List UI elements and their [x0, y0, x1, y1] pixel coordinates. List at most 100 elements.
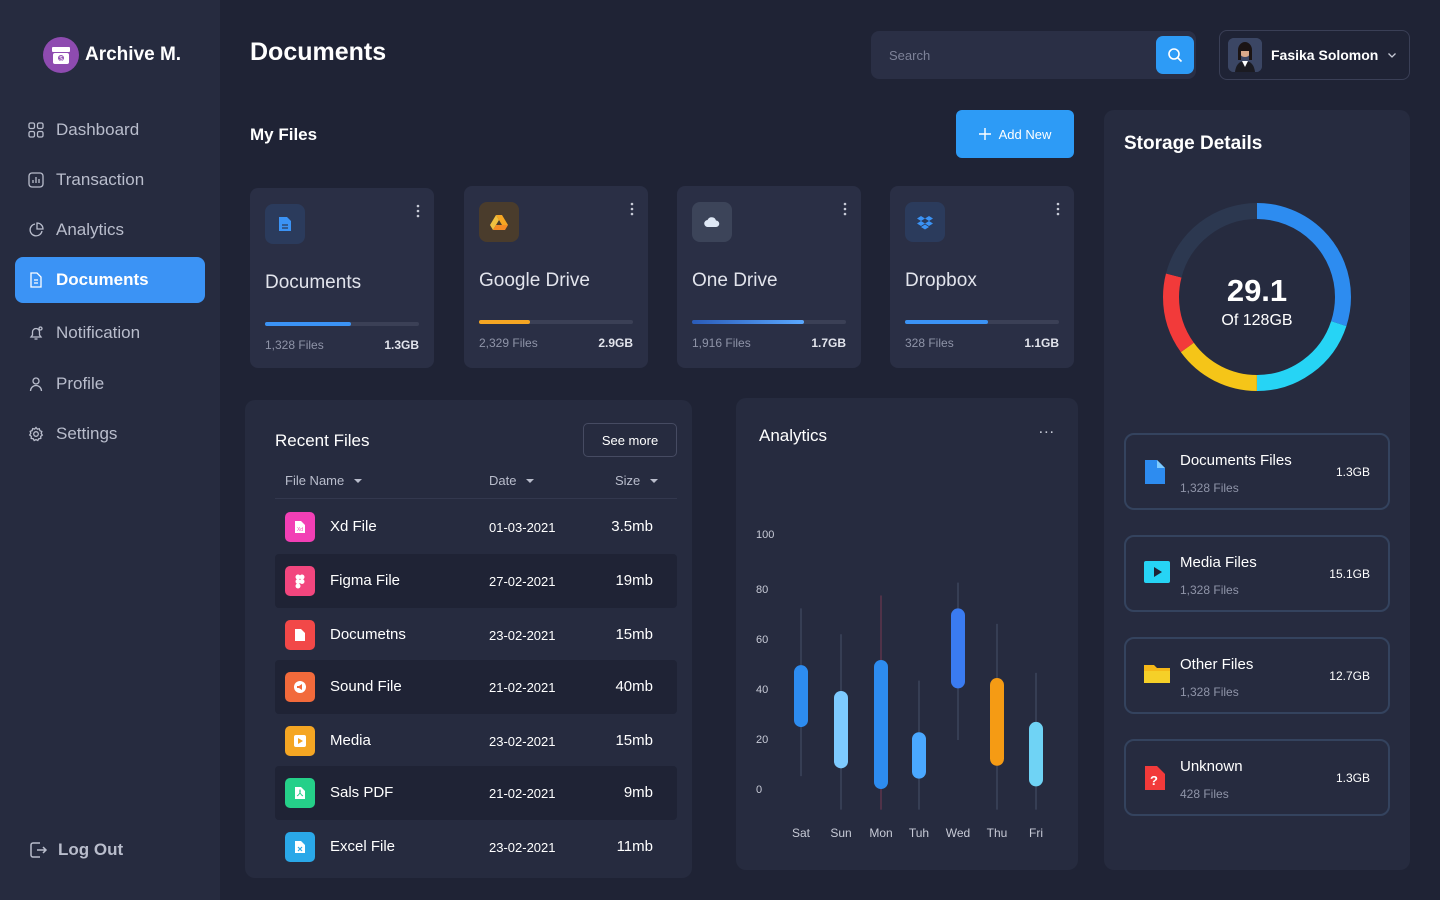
table-row[interactable]: Xd Xd File 01-03-2021 3.5mb	[275, 500, 677, 554]
file-card-dropbox[interactable]: Dropbox 328 Files 1.1GB	[890, 186, 1074, 368]
y-tick-label: 40	[756, 684, 768, 696]
column-header-size[interactable]: Size	[615, 473, 659, 488]
recent-files-title: Recent Files	[275, 431, 370, 450]
search-input[interactable]	[889, 45, 1139, 65]
xd-file-icon: Xd	[285, 512, 315, 542]
document-icon	[1145, 460, 1165, 484]
card-file-count: 1,916 Files	[692, 336, 751, 350]
sidebar-item-transaction[interactable]: Transaction	[15, 157, 205, 203]
candle-body[interactable]	[834, 690, 848, 769]
storage-panel: Storage Details 29.1 Of 128GB Documents …	[1104, 110, 1410, 870]
pdf-icon	[285, 778, 315, 808]
see-more-button[interactable]: See more	[583, 423, 677, 457]
app-logo[interactable]: $ Archive M.	[43, 37, 181, 73]
card-menu-icon[interactable]	[1056, 202, 1060, 216]
file-size: 15mb	[615, 732, 653, 749]
svg-text:?: ?	[1150, 773, 1158, 788]
sidebar-item-label: Profile	[56, 374, 105, 393]
file-date: 21-02-2021	[489, 786, 556, 801]
user-name: Fasika Solomon	[1271, 47, 1379, 63]
storage-item-files: 1,328 Files	[1180, 583, 1239, 597]
sidebar-item-profile[interactable]: Profile	[15, 361, 205, 407]
table-row[interactable]: Sound File 21-02-2021 40mb	[275, 660, 677, 714]
sound-icon	[285, 672, 315, 702]
y-tick-label: 80	[756, 584, 768, 596]
card-file-count: 2,329 Files	[479, 336, 538, 350]
search-button[interactable]	[1156, 36, 1194, 74]
storage-used: 29.1	[1226, 273, 1288, 308]
card-name: Dropbox	[905, 270, 977, 291]
document-icon	[30, 272, 42, 288]
column-label: Date	[489, 473, 517, 488]
page-title: Documents	[250, 38, 387, 66]
file-date: 23-02-2021	[489, 840, 556, 855]
storage-item-other[interactable]: Other Files 1,328 Files 12.7GB	[1124, 637, 1390, 714]
app-name: Archive M.	[85, 44, 182, 65]
caret-down-icon	[650, 478, 659, 483]
file-size: 40mb	[615, 678, 653, 695]
candle-body[interactable]	[912, 732, 926, 779]
storage-item-files: 428 Files	[1180, 787, 1229, 801]
user-menu[interactable]: Fasika Solomon	[1219, 30, 1410, 80]
table-divider	[275, 498, 677, 499]
candle-body[interactable]	[794, 665, 808, 728]
candle-body[interactable]	[874, 660, 888, 789]
logout-button[interactable]: Log Out	[28, 840, 123, 860]
logout-icon	[30, 842, 48, 858]
x-tick-label: Sat	[792, 826, 811, 840]
y-tick-label: 60	[756, 634, 768, 646]
card-name: Google Drive	[479, 270, 590, 291]
caret-down-icon	[354, 478, 363, 483]
table-row[interactable]: Figma File 27-02-2021 19mb	[275, 554, 677, 608]
analytics-icon	[29, 222, 44, 237]
table-row[interactable]: Documetns 23-02-2021 15mb	[275, 608, 677, 662]
add-new-button[interactable]: Add New	[956, 110, 1074, 158]
y-tick-label: 0	[756, 784, 762, 796]
sidebar-item-documents[interactable]: Documents	[15, 257, 205, 303]
table-row[interactable]: Sals PDF 21-02-2021 9mb	[275, 766, 677, 820]
file-name: Xd File	[330, 518, 377, 535]
card-menu-icon[interactable]	[416, 204, 420, 218]
column-header-date[interactable]: Date	[489, 473, 535, 488]
sidebar-item-settings[interactable]: Settings	[15, 411, 205, 457]
analytics-chart: 100 80 60 40 20 0 Sat Sun Mon Tuh Wed Thu Fri	[756, 529, 1043, 840]
table-row[interactable]: Excel File 23-02-2021 11mb	[275, 820, 677, 874]
storage-progress	[265, 322, 419, 326]
my-files-title: My Files	[250, 125, 318, 144]
sidebar-item-notification[interactable]: Notification	[15, 310, 205, 356]
file-date: 23-02-2021	[489, 628, 556, 643]
storage-item-files: 1,328 Files	[1180, 481, 1239, 495]
cloud-icon	[692, 202, 732, 242]
sidebar-item-label: Transaction	[56, 170, 145, 189]
file-card-documents[interactable]: Documents 1,328 Files 1.3GB	[250, 188, 434, 368]
card-size: 1.7GB	[811, 336, 846, 350]
search-icon	[1168, 48, 1183, 63]
file-card-one-drive[interactable]: One Drive 1,916 Files 1.7GB	[677, 186, 861, 368]
table-row[interactable]: Media 23-02-2021 15mb	[275, 714, 677, 768]
sidebar-item-analytics[interactable]: Analytics	[15, 207, 205, 253]
sidebar-item-dashboard[interactable]: Dashboard	[15, 107, 205, 153]
column-label: Size	[615, 473, 641, 488]
card-size: 1.1GB	[1024, 336, 1059, 350]
storage-item-media[interactable]: Media Files 1,328 Files 15.1GB	[1124, 535, 1390, 612]
candle-body[interactable]	[990, 678, 1004, 766]
candle-body[interactable]	[1029, 721, 1043, 787]
card-menu-icon[interactable]	[630, 202, 634, 216]
storage-item-documents[interactable]: Documents Files 1,328 Files 1.3GB	[1124, 433, 1390, 510]
user-icon	[29, 377, 43, 392]
folder-icon	[1144, 665, 1170, 683]
storage-item-unknown[interactable]: ? Unknown 428 Files 1.3GB	[1124, 739, 1390, 816]
archive-box-icon: $	[43, 37, 79, 73]
card-menu-icon[interactable]	[843, 202, 847, 216]
candle-body[interactable]	[951, 608, 965, 689]
sidebar-item-label: Documents	[56, 270, 149, 289]
column-header-file-name[interactable]: File Name	[285, 473, 363, 488]
unknown-file-icon: ?	[1145, 766, 1165, 790]
file-card-google-drive[interactable]: Google Drive 2,329 Files 2.9GB	[464, 186, 648, 368]
storage-item-name: Unknown	[1180, 758, 1243, 775]
media-icon	[1144, 561, 1170, 583]
x-tick-label: Mon	[869, 826, 892, 840]
file-date: 21-02-2021	[489, 680, 556, 695]
file-name: Media	[330, 732, 371, 749]
sidebar-item-label: Settings	[56, 424, 118, 443]
